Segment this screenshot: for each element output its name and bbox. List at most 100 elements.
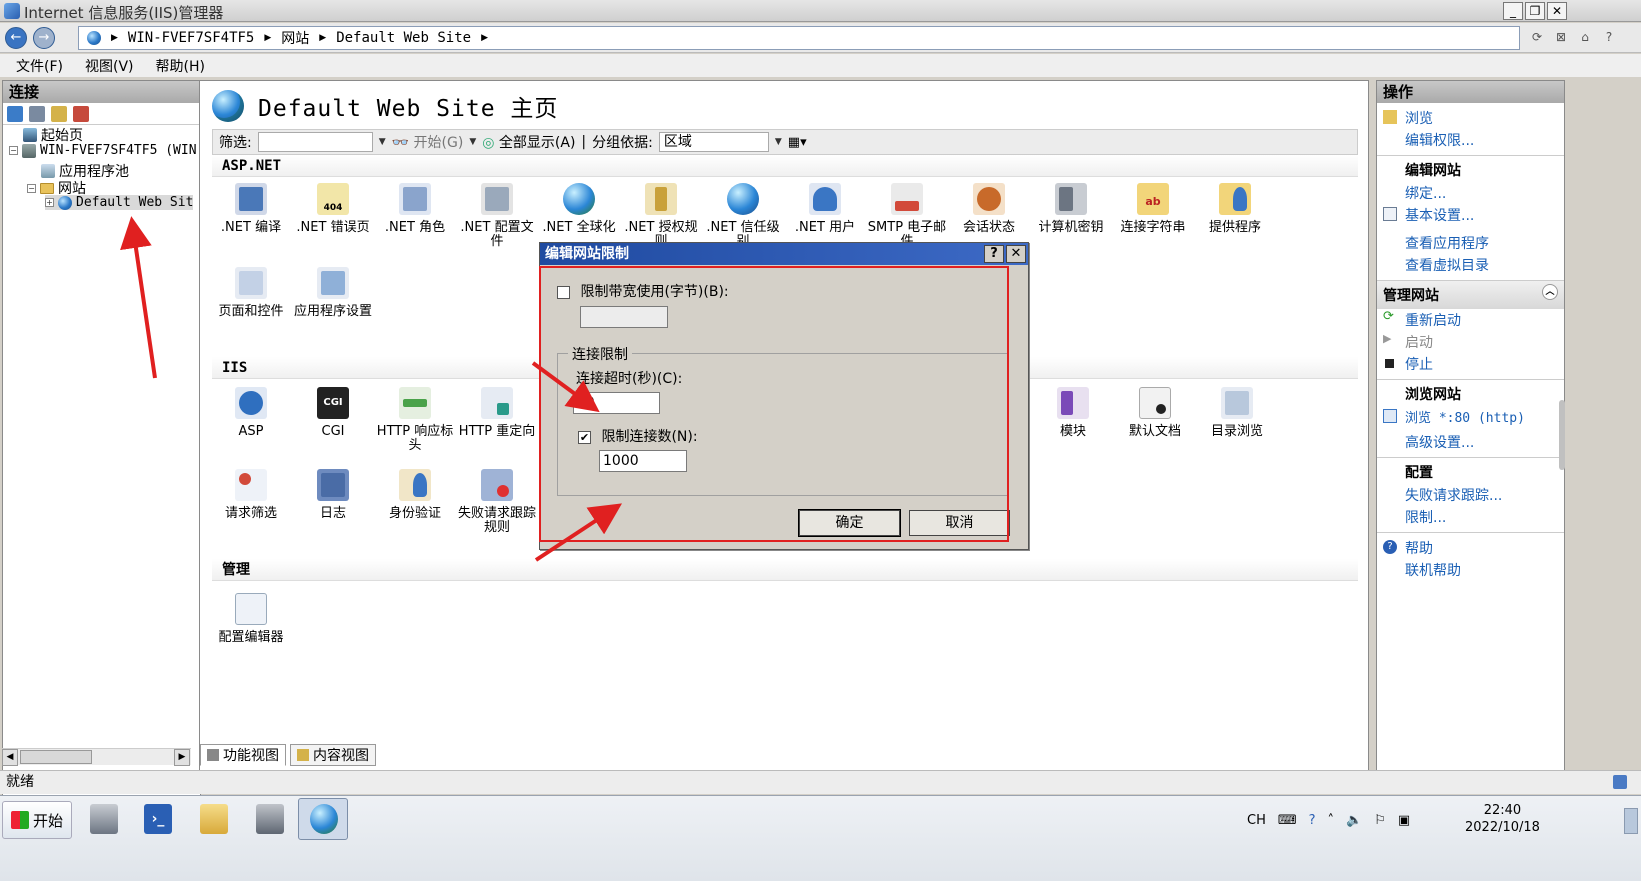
feature-request-filtering[interactable]: 请求筛选 bbox=[211, 469, 291, 521]
feature-pages-controls[interactable]: 页面和控件 bbox=[211, 267, 291, 319]
limit-connections-checkbox[interactable]: ✔ bbox=[578, 430, 591, 444]
clock[interactable]: 22:40 2022/10/18 bbox=[1465, 802, 1540, 836]
action-stop[interactable]: 停止 bbox=[1377, 353, 1564, 375]
action-restart[interactable]: ⟳ 重新启动 bbox=[1377, 309, 1564, 331]
stop-load-icon[interactable]: ⊠ bbox=[1552, 28, 1570, 46]
feature-http-redirect[interactable]: HTTP 重定向 bbox=[457, 387, 537, 439]
action-view-virtual-directories[interactable]: 查看虚拟目录 bbox=[1377, 254, 1564, 276]
dialog-close-button[interactable]: ✕ bbox=[1006, 245, 1026, 263]
feature-directory-browsing[interactable]: 目录浏览 bbox=[1197, 387, 1277, 439]
save-icon[interactable] bbox=[29, 106, 45, 122]
bandwidth-input[interactable] bbox=[580, 306, 668, 328]
volume-muted-icon[interactable]: 🔈 bbox=[1346, 813, 1362, 828]
taskbar-server-manager[interactable] bbox=[78, 798, 128, 840]
feature-http-response-headers[interactable]: HTTP 响应标头 bbox=[375, 387, 455, 453]
forward-button[interactable]: → bbox=[33, 27, 55, 49]
feature-net-compilation[interactable]: .NET 编译 bbox=[211, 183, 291, 235]
feature-config-editor[interactable]: 配置编辑器 bbox=[211, 593, 291, 645]
help-tray-icon[interactable]: ? bbox=[1309, 813, 1316, 828]
action-bindings[interactable]: 绑定... bbox=[1377, 182, 1564, 204]
dropdown-icon[interactable]: ▼ bbox=[379, 137, 386, 147]
dropdown-icon[interactable]: ▼ bbox=[469, 137, 476, 147]
feature-net-profile[interactable]: .NET 配置文件 bbox=[457, 183, 537, 249]
action-view-applications[interactable]: 查看应用程序 bbox=[1377, 232, 1564, 254]
menu-file[interactable]: 文件(F) bbox=[16, 56, 63, 76]
taskbar-explorer[interactable] bbox=[188, 798, 238, 840]
dropdown-icon[interactable]: ▼ bbox=[775, 137, 782, 147]
scroll-thumb[interactable] bbox=[20, 750, 92, 764]
breadcrumb[interactable]: ▶ WIN-FVEF7SF4TF5 ▶ 网站 ▶ Default Web Sit… bbox=[78, 26, 1520, 50]
feature-app-settings[interactable]: 应用程序设置 bbox=[293, 267, 373, 319]
connections-hscrollbar[interactable]: ◀ ▶ bbox=[2, 748, 191, 766]
feature-machine-key[interactable]: 计算机密钥 bbox=[1031, 183, 1111, 235]
up-folder-icon[interactable] bbox=[51, 106, 67, 122]
tree-node-server[interactable]: − WIN-FVEF7SF4TF5 (WIN bbox=[9, 143, 197, 158]
start-filter-button[interactable]: 👓 开始(G) bbox=[392, 132, 464, 152]
tab-features-view[interactable]: 功能视图 bbox=[200, 744, 286, 766]
feature-providers[interactable]: 提供程序 bbox=[1195, 183, 1275, 235]
menu-view[interactable]: 视图(V) bbox=[85, 56, 134, 76]
taskbar-iis-manager[interactable] bbox=[298, 798, 348, 840]
taskbar-powershell[interactable]: ›_ bbox=[132, 798, 182, 840]
action-help[interactable]: ? 帮助 bbox=[1377, 537, 1564, 559]
scroll-left-icon[interactable]: ◀ bbox=[2, 749, 18, 766]
actions-scrollbar[interactable] bbox=[1559, 400, 1565, 470]
breadcrumb-sites[interactable]: 网站 bbox=[281, 28, 309, 48]
action-limits[interactable]: 限制... bbox=[1377, 506, 1564, 528]
network-icon[interactable]: ▣ bbox=[1398, 813, 1410, 828]
feature-failed-request-tracing[interactable]: 失败请求跟踪规则 bbox=[457, 469, 537, 535]
section-management[interactable]: 管理 bbox=[212, 559, 1358, 581]
close-window-button[interactable]: ✕ bbox=[1547, 2, 1567, 20]
taskbar-tools[interactable] bbox=[244, 798, 294, 840]
feature-net-authorization[interactable]: .NET 授权规则 bbox=[621, 183, 701, 249]
language-indicator[interactable]: CH bbox=[1247, 813, 1266, 828]
feature-connection-strings[interactable]: ab 连接字符串 bbox=[1113, 183, 1193, 235]
menu-help[interactable]: 帮助(H) bbox=[156, 56, 205, 76]
refresh-icon[interactable]: ⟳ bbox=[1528, 28, 1546, 46]
breadcrumb-server[interactable]: WIN-FVEF7SF4TF5 bbox=[128, 30, 254, 46]
view-mode-icon[interactable]: ▦▾ bbox=[788, 135, 807, 150]
feature-default-document[interactable]: 默认文档 bbox=[1115, 387, 1195, 439]
action-edit-permissions[interactable]: 编辑权限... bbox=[1377, 129, 1564, 151]
section-aspnet[interactable]: ASP.NET bbox=[212, 155, 1358, 177]
action-online-help[interactable]: 联机帮助 bbox=[1377, 559, 1564, 581]
help-icon[interactable]: ? bbox=[1600, 28, 1618, 46]
minimize-button[interactable]: _ bbox=[1503, 2, 1523, 20]
feature-net-globalization[interactable]: .NET 全球化 bbox=[539, 183, 619, 235]
connect-icon[interactable] bbox=[7, 106, 23, 122]
feature-modules[interactable]: 模块 bbox=[1033, 387, 1113, 439]
cancel-button[interactable]: 取消 bbox=[909, 510, 1010, 536]
breadcrumb-site[interactable]: Default Web Site bbox=[336, 30, 471, 46]
action-basic-settings[interactable]: 基本设置... bbox=[1377, 204, 1564, 226]
timeout-input[interactable]: 60 bbox=[573, 392, 660, 414]
keyboard-icon[interactable]: ⌨ bbox=[1278, 813, 1297, 828]
show-hidden-icons-icon[interactable]: ˄ bbox=[1328, 813, 1335, 828]
tree-node-default-web-site[interactable]: + Default Web Sit bbox=[45, 195, 194, 210]
action-browse[interactable]: 浏览 bbox=[1377, 107, 1564, 129]
feature-session-state[interactable]: 会话状态 bbox=[949, 183, 1029, 235]
tree-node-start-page[interactable]: 起始页 bbox=[23, 125, 83, 145]
expand-icon[interactable]: + bbox=[45, 198, 54, 207]
feature-cgi[interactable]: CGI CGI bbox=[293, 387, 373, 439]
back-button[interactable]: ← bbox=[5, 27, 27, 49]
filter-input[interactable] bbox=[257, 132, 373, 152]
show-all-button[interactable]: ◎ 全部显示(A) bbox=[482, 132, 575, 152]
tab-content-view[interactable]: 内容视图 bbox=[290, 744, 376, 766]
collapse-icon[interactable]: − bbox=[9, 146, 18, 155]
restore-button[interactable]: ❐ bbox=[1525, 2, 1545, 20]
action-failed-request-tracing[interactable]: 失败请求跟踪... bbox=[1377, 484, 1564, 506]
action-center-flag-icon[interactable]: ⚐ bbox=[1374, 813, 1386, 828]
feature-net-roles[interactable]: .NET 角色 bbox=[375, 183, 455, 235]
feature-asp[interactable]: ASP bbox=[211, 387, 291, 439]
ok-button[interactable]: 确定 bbox=[798, 509, 901, 537]
bandwidth-checkbox[interactable] bbox=[557, 285, 570, 299]
scroll-right-icon[interactable]: ▶ bbox=[174, 749, 190, 766]
feature-logging[interactable]: 日志 bbox=[293, 469, 373, 521]
action-advanced-settings[interactable]: 高级设置... bbox=[1377, 431, 1564, 453]
disconnect-icon[interactable] bbox=[73, 106, 89, 122]
collapse-icon[interactable]: − bbox=[27, 183, 36, 193]
collapse-icon[interactable]: ︿ bbox=[1542, 284, 1558, 300]
feature-net-error-pages[interactable]: 404 .NET 错误页 bbox=[293, 183, 373, 235]
home-icon[interactable]: ⌂ bbox=[1576, 28, 1594, 46]
max-connections-input[interactable]: 1000 bbox=[599, 450, 687, 472]
